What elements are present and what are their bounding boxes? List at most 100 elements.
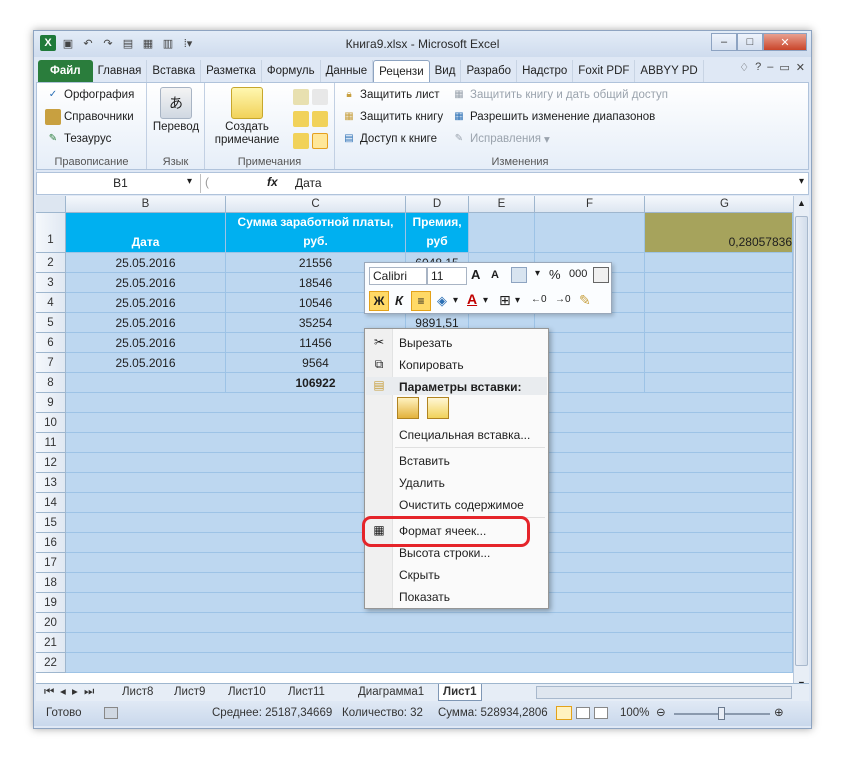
merge-center-icon[interactable] — [593, 267, 609, 283]
cell-g[interactable] — [645, 273, 793, 293]
borders-icon[interactable]: ⊞ — [499, 292, 511, 309]
thesaurus-button[interactable]: ✎ Тезаурус — [45, 131, 112, 147]
cell-b[interactable]: 25.05.2016 — [66, 293, 226, 313]
decrease-decimal-icon[interactable]: →0 — [555, 294, 571, 305]
research-button[interactable]: Справочники — [45, 109, 134, 125]
cell-f1[interactable] — [535, 213, 645, 253]
translate-button[interactable]: あ Перевод — [151, 87, 201, 134]
font-name-box[interactable]: Calibri — [369, 267, 427, 285]
paste-icon[interactable] — [397, 397, 419, 419]
window-restore-icon[interactable]: ▭ — [779, 61, 789, 74]
protect-sheet-button[interactable]: 🔒︎ Защитить лист — [341, 87, 439, 103]
track-changes-button[interactable]: ✎ Исправления ▾ — [451, 131, 550, 147]
thousands-separator-button[interactable]: 000 — [569, 268, 587, 280]
sheet-tab-list9[interactable]: Лист9 — [170, 684, 209, 701]
cell-f[interactable] — [535, 313, 645, 333]
allow-ranges-button[interactable]: ▦ Разрешить изменение диапазонов — [451, 109, 655, 125]
italic-button[interactable]: К — [395, 293, 403, 308]
row-header[interactable]: 2 — [36, 253, 66, 273]
cell-g[interactable] — [645, 353, 793, 373]
row-header[interactable]: 21 — [36, 633, 66, 653]
percent-style-button[interactable]: % — [549, 267, 561, 282]
tab-review[interactable]: Рецензи — [373, 60, 430, 82]
formula-input[interactable]: Дата — [295, 176, 322, 190]
minimize-button[interactable]: – — [711, 33, 737, 51]
menu-item-clear[interactable]: Очистить содержимое — [399, 498, 524, 512]
cell-g[interactable] — [645, 373, 793, 393]
sheet-nav-last-icon[interactable]: ⏭ — [80, 684, 98, 701]
tab-foxit-pdf[interactable]: Foxit PDF — [573, 60, 636, 82]
column-header-e[interactable]: E — [469, 196, 535, 213]
expand-formula-bar-icon[interactable]: ▾ — [799, 176, 804, 187]
expand-icon[interactable]: ( — [205, 175, 209, 189]
tab-abbyy-pdf[interactable]: ABBYY PD — [635, 60, 704, 82]
font-color-icon[interactable]: A — [467, 291, 477, 307]
row-header[interactable]: 6 — [36, 333, 66, 353]
grow-font-icon[interactable]: A — [471, 267, 480, 282]
tab-home[interactable]: Главная — [93, 60, 148, 82]
chevron-down-icon[interactable]: ▾ — [535, 268, 540, 279]
sheet-tab-list8[interactable]: Лист8 — [118, 684, 157, 701]
tab-insert[interactable]: Вставка — [147, 60, 202, 82]
protect-share-button[interactable]: ▦ Защитить книгу и дать общий доступ — [451, 87, 668, 103]
name-box-dropdown-icon[interactable]: ▾ — [187, 176, 192, 187]
row-header[interactable]: 12 — [36, 453, 66, 473]
tab-file[interactable]: Файл — [38, 60, 93, 82]
delete-comment-button[interactable] — [293, 89, 328, 105]
column-header-c[interactable]: C — [226, 196, 406, 213]
vertical-scrollbar[interactable]: ▲ ▼ — [793, 196, 809, 691]
chevron-down-icon[interactable]: ▾ — [453, 295, 458, 306]
tab-data[interactable]: Данные — [321, 60, 374, 82]
column-header-g[interactable]: G — [645, 196, 793, 213]
row-header[interactable]: 4 — [36, 293, 66, 313]
row-header[interactable]: 18 — [36, 573, 66, 593]
tab-developer[interactable]: Разрабо — [461, 60, 518, 82]
sheet-tab-diagram1[interactable]: Диаграмма1 — [354, 684, 428, 701]
help-icon[interactable]: ? — [755, 61, 761, 74]
new-comment-button[interactable]: Создать примечание — [209, 87, 285, 147]
menu-item-unhide[interactable]: Показать — [399, 590, 450, 604]
column-header-b[interactable]: B — [66, 196, 226, 213]
menu-item-insert[interactable]: Вставить — [399, 454, 450, 468]
next-comment-button[interactable] — [293, 111, 328, 127]
row-header[interactable]: 16 — [36, 533, 66, 553]
scroll-up-icon[interactable]: ▲ — [797, 198, 806, 208]
menu-item-delete[interactable]: Удалить — [399, 476, 445, 490]
window-close-icon[interactable]: ✕ — [796, 61, 805, 74]
spelling-button[interactable]: ✓ Орфография — [45, 87, 135, 103]
cell-c1[interactable]: Сумма заработной платы, руб. — [226, 213, 406, 253]
zoom-out-icon[interactable]: ⊖ — [656, 705, 666, 719]
cell-g[interactable] — [645, 293, 793, 313]
chevron-down-icon[interactable]: ▾ — [515, 295, 520, 306]
row-header[interactable]: 10 — [36, 413, 66, 433]
bold-button[interactable]: Ж — [369, 291, 389, 311]
horizontal-scrollbar[interactable] — [536, 686, 792, 699]
row-header[interactable]: 11 — [36, 433, 66, 453]
row-header[interactable]: 9 — [36, 393, 66, 413]
cell-b1[interactable]: Дата — [66, 213, 226, 253]
sheet-tab-list10[interactable]: Лист10 — [224, 684, 270, 701]
cell-g[interactable] — [645, 253, 793, 273]
close-button[interactable]: ✕ — [763, 33, 807, 51]
format-painter-icon[interactable]: ✎ — [579, 292, 591, 309]
tab-view[interactable]: Вид — [430, 60, 462, 82]
tab-addins[interactable]: Надстро — [517, 60, 574, 82]
cell-f[interactable] — [535, 373, 645, 393]
cell-b[interactable]: 25.05.2016 — [66, 253, 226, 273]
cell-g[interactable] — [645, 333, 793, 353]
column-header-f[interactable]: F — [535, 196, 645, 213]
row-header[interactable]: 20 — [36, 613, 66, 633]
cell-b[interactable]: 25.05.2016 — [66, 353, 226, 373]
row-header[interactable]: 14 — [36, 493, 66, 513]
tab-page-layout[interactable]: Разметка — [201, 60, 262, 82]
increase-decimal-icon[interactable]: ←0 — [531, 294, 547, 305]
collapse-ribbon-icon[interactable]: ♢ — [739, 61, 749, 74]
page-layout-view-icon[interactable] — [576, 707, 590, 719]
chevron-down-icon[interactable]: ▾ — [483, 295, 488, 306]
row-header[interactable]: 3 — [36, 273, 66, 293]
cell-f[interactable] — [535, 353, 645, 373]
font-size-box[interactable]: 11 — [427, 267, 467, 285]
cell-b[interactable]: 25.05.2016 — [66, 333, 226, 353]
cell-row-range[interactable] — [66, 633, 793, 653]
cell-e1[interactable] — [469, 213, 535, 253]
